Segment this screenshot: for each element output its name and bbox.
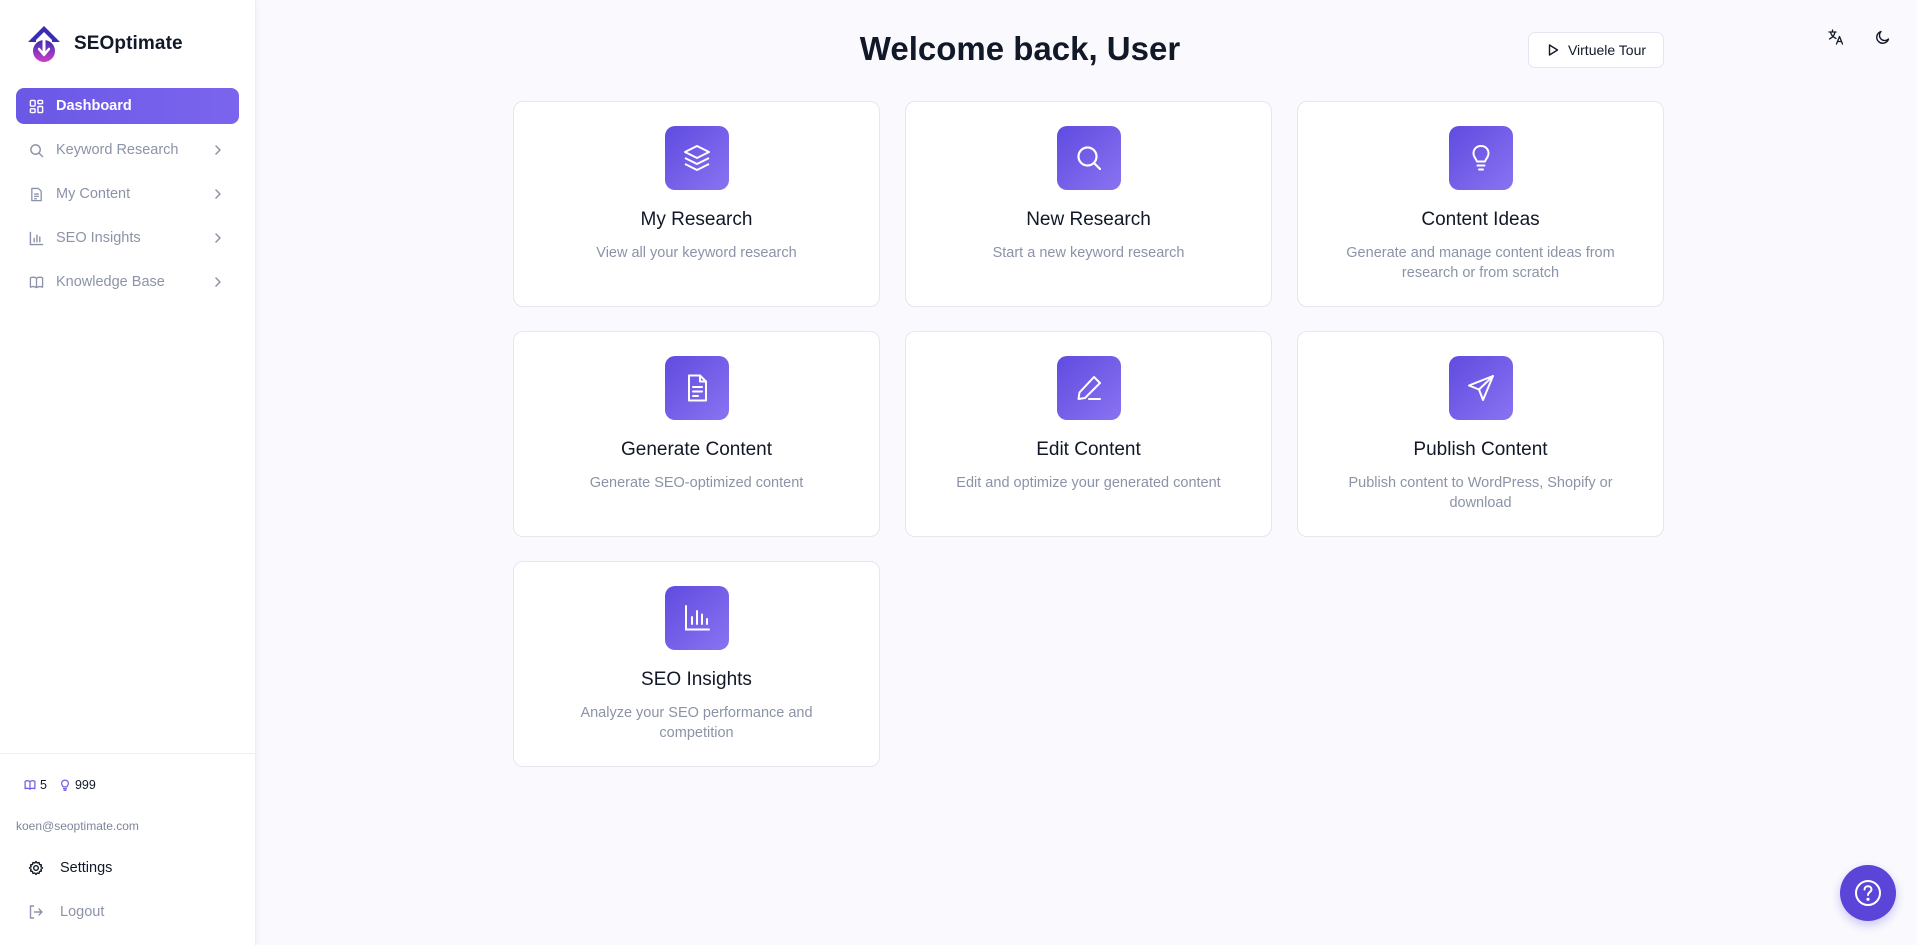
lightbulb-icon <box>1449 126 1513 190</box>
logo-icon <box>28 26 60 62</box>
dashboard-icon <box>28 98 44 114</box>
brand-name: SEOptimate <box>74 33 183 54</box>
card-description: View all your keyword research <box>596 245 797 261</box>
card-edit-content[interactable]: Edit Content Edit and optimize your gene… <box>905 331 1272 537</box>
brand[interactable]: SEOptimate <box>26 24 183 64</box>
card-new-research[interactable]: New Research Start a new keyword researc… <box>905 101 1272 307</box>
moon-icon <box>1876 30 1890 44</box>
chevron-right-icon <box>215 145 221 155</box>
theme-toggle[interactable] <box>1870 24 1896 50</box>
chevron-right-icon <box>215 233 221 243</box>
user-email: koen@seoptimate.com <box>16 819 139 833</box>
bar-chart-icon <box>28 230 44 246</box>
logout-icon <box>28 904 44 920</box>
idea-credits: 999 <box>59 778 96 792</box>
play-icon <box>1548 44 1559 56</box>
card-description: Generate and manage content ideas from r… <box>1346 245 1615 281</box>
card-content-ideas[interactable]: Content Ideas Generate and manage conten… <box>1297 101 1664 307</box>
sidebar-item-dashboard[interactable]: Dashboard <box>16 88 239 124</box>
layers-icon <box>665 126 729 190</box>
sidebar-item-label: Keyword Research <box>56 142 179 158</box>
card-title: Generate Content <box>620 439 773 460</box>
credits: 5 999 <box>24 778 96 792</box>
card-description: Edit and optimize your generated content <box>956 475 1221 491</box>
sidebar-item-label: My Content <box>56 186 131 202</box>
card-title: New Research <box>1026 209 1151 230</box>
card-title: My Research <box>640 209 753 230</box>
logout-label: Logout <box>60 904 105 920</box>
idea-credits-count: 999 <box>74 778 96 792</box>
research-credits: 5 <box>24 778 47 792</box>
card-my-research[interactable]: My Research View all your keyword resear… <box>513 101 880 307</box>
gear-icon <box>28 860 44 876</box>
chevron-right-icon <box>215 189 221 199</box>
sidebar-nav: Dashboard Keyword Research My Content SE… <box>16 88 239 308</box>
settings-link[interactable]: Settings <box>16 850 239 886</box>
card-title: Content Ideas <box>1421 209 1540 230</box>
settings-label: Settings <box>60 860 113 876</box>
language-button[interactable] <box>1823 24 1849 50</box>
help-icon <box>1855 880 1881 906</box>
card-title: Edit Content <box>1036 439 1141 460</box>
document-icon <box>28 186 44 202</box>
book-icon <box>28 274 44 290</box>
virtual-tour-button[interactable]: Virtuele Tour <box>1528 32 1664 68</box>
book-icon <box>24 780 36 790</box>
document-icon <box>665 356 729 420</box>
lightbulb-icon <box>60 779 69 791</box>
card-title: Publish Content <box>1413 439 1548 460</box>
translate-icon <box>1828 29 1844 45</box>
card-description: Publish content to WordPress, Shopify or… <box>1348 475 1613 511</box>
research-credits-count: 5 <box>40 778 47 792</box>
sidebar-item-label: Knowledge Base <box>56 274 165 290</box>
card-title: SEO Insights <box>641 669 752 690</box>
pen-icon <box>1057 356 1121 420</box>
sidebar-item-keyword-research[interactable]: Keyword Research <box>16 132 239 168</box>
sidebar-item-label: SEO Insights <box>56 230 141 246</box>
search-icon <box>28 142 44 158</box>
sidebar-item-seo-insights[interactable]: SEO Insights <box>16 220 239 256</box>
card-description: Analyze your SEO performance and competi… <box>580 705 813 741</box>
send-icon <box>1449 356 1513 420</box>
virtual-tour-label: Virtuele Tour <box>1567 42 1647 58</box>
sidebar-item-knowledge-base[interactable]: Knowledge Base <box>16 264 239 300</box>
card-seo-insights[interactable]: SEO Insights Analyze your SEO performanc… <box>513 561 880 767</box>
card-description: Start a new keyword research <box>992 245 1185 261</box>
chevron-right-icon <box>215 277 221 287</box>
sidebar-footer: 5 999 koen@seoptimate.com Settings Logou… <box>0 753 255 945</box>
bar-chart-icon <box>665 586 729 650</box>
help-button[interactable] <box>1840 865 1896 921</box>
search-icon <box>1057 126 1121 190</box>
sidebar-item-my-content[interactable]: My Content <box>16 176 239 212</box>
sidebar: SEOptimate Dashboard Keyword Research My… <box>0 0 256 945</box>
card-generate-content[interactable]: Generate Content Generate SEO-optimized … <box>513 331 880 537</box>
card-description: Generate SEO-optimized content <box>589 475 804 491</box>
logout-link[interactable]: Logout <box>16 894 239 930</box>
card-publish-content[interactable]: Publish Content Publish content to WordP… <box>1297 331 1664 537</box>
sidebar-item-label: Dashboard <box>56 98 132 114</box>
